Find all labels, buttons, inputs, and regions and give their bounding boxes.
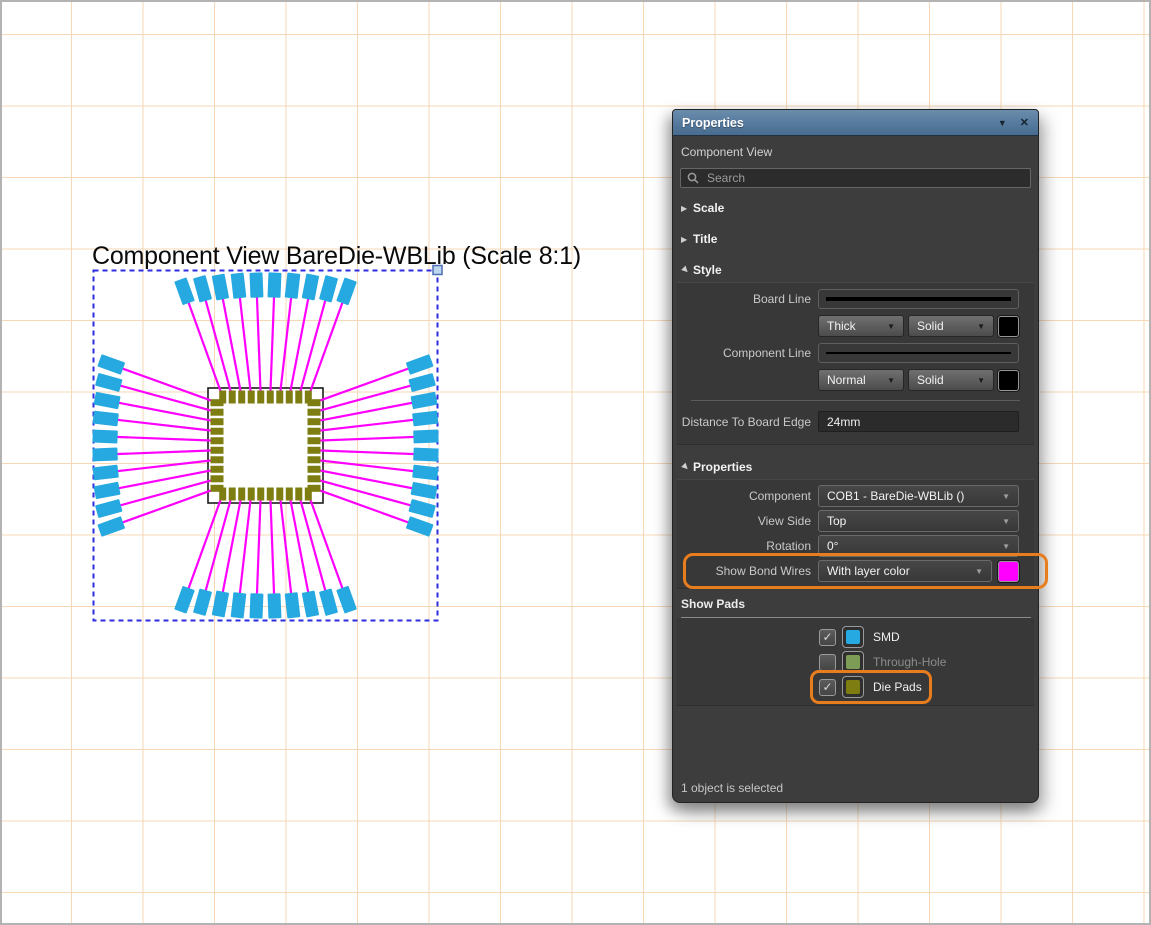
- distance-to-board-edge-label: Distance To Board Edge: [681, 414, 811, 429]
- show-pads-row-through-hole: Through-Hole: [819, 651, 946, 673]
- search-input[interactable]: [705, 170, 1024, 186]
- dropdown-value: Solid: [917, 319, 944, 333]
- rotation-label: Rotation: [766, 539, 811, 553]
- section-label: Style: [693, 263, 722, 277]
- panel-menu-caret-icon[interactable]: ▼: [998, 118, 1007, 128]
- chevron-down-icon: ▼: [1002, 491, 1010, 501]
- component-view-title[interactable]: Component View BareDie-WBLib (Scale 8:1): [92, 242, 581, 271]
- chevron-down-icon: ▼: [975, 566, 983, 576]
- chevron-down-icon: ▼: [887, 375, 895, 385]
- show-bond-wires-dropdown[interactable]: With layer color ▼: [818, 560, 992, 582]
- distance-to-board-edge-input[interactable]: [818, 411, 1019, 432]
- dropdown-value: Thick: [827, 319, 856, 333]
- panel-header[interactable]: Properties ▼ ✕: [673, 110, 1038, 136]
- chevron-down-icon: ▼: [887, 321, 895, 331]
- show-pads-row-die-pads: ✓ Die Pads: [810, 670, 932, 704]
- style-section-body: Board Line Thick ▼ Solid ▼ Component Lin…: [677, 282, 1034, 445]
- show-pads-row-smd: ✓ SMD: [819, 626, 900, 648]
- chevron-down-icon: ▼: [1002, 516, 1010, 526]
- view-side-dropdown[interactable]: Top ▼: [818, 510, 1019, 532]
- show-pads-list: ✓ SMD Through-Hole ✓ Die Pads: [677, 618, 1034, 706]
- chevron-down-icon: ▼: [1002, 541, 1010, 551]
- board-line-label: Board Line: [752, 292, 811, 306]
- rotation-dropdown[interactable]: 0° ▼: [818, 535, 1019, 557]
- chevron-down-icon: ▼: [977, 321, 985, 331]
- section-label: Title: [693, 232, 718, 246]
- component-line-style-dropdown[interactable]: Solid ▼: [908, 369, 994, 391]
- panel-close-icon[interactable]: ✕: [1020, 116, 1029, 129]
- show-pads-label: Show Pads: [681, 597, 1031, 618]
- pad-visibility-checkbox[interactable]: ✓: [819, 678, 836, 696]
- properties-section-body: Component COB1 - BareDie-WBLib () ▼ View…: [677, 479, 1048, 589]
- component-line-width-dropdown[interactable]: Normal ▼: [818, 369, 904, 391]
- dropdown-value: Solid: [917, 373, 944, 387]
- component-line-preview: [818, 343, 1019, 363]
- pad-color-swatch[interactable]: [842, 626, 864, 648]
- component-dropdown[interactable]: COB1 - BareDie-WBLib () ▼: [818, 485, 1019, 507]
- pad-type-label: SMD: [873, 630, 900, 644]
- board-line-preview: [818, 289, 1019, 309]
- search-icon: [687, 172, 699, 184]
- show-bond-wires-label: Show Bond Wires: [715, 564, 811, 578]
- section-label: Properties: [693, 460, 753, 474]
- board-line-style-dropdown[interactable]: Solid ▼: [908, 315, 994, 337]
- component-line-color-swatch[interactable]: [998, 369, 1019, 391]
- properties-panel: Properties ▼ ✕ Component View ▶ Scale ▶ …: [672, 109, 1048, 803]
- dropdown-value: 0°: [827, 539, 839, 553]
- die-body[interactable]: [207, 387, 324, 504]
- object-type-label: Component View: [681, 145, 773, 159]
- pad-visibility-checkbox[interactable]: ✓: [819, 628, 836, 646]
- section-scale[interactable]: ▶ Scale: [681, 200, 1038, 216]
- section-title[interactable]: ▶ Title: [681, 231, 1038, 247]
- pad-type-label: Through-Hole: [873, 655, 947, 669]
- status-text: 1 object is selected: [681, 781, 784, 795]
- pad-color-swatch[interactable]: [842, 651, 864, 673]
- component-label: Component: [748, 489, 811, 503]
- chevron-down-icon: ▼: [977, 375, 985, 385]
- section-properties[interactable]: ▶ Properties: [680, 459, 1038, 475]
- dropdown-value: COB1 - BareDie-WBLib (): [827, 489, 965, 503]
- dropdown-value: With layer color: [827, 564, 910, 578]
- search-box[interactable]: [680, 168, 1031, 188]
- pad-color-swatch[interactable]: [842, 676, 864, 698]
- bond-wire-color-swatch[interactable]: [998, 560, 1019, 582]
- dropdown-value: Normal: [827, 373, 866, 387]
- view-side-label: View Side: [757, 514, 811, 528]
- board-line-width-dropdown[interactable]: Thick ▼: [818, 315, 904, 337]
- collapse-arrow-icon: ▶: [681, 203, 688, 213]
- divider: [691, 400, 1020, 401]
- dropdown-value: Top: [827, 514, 847, 528]
- pad-type-label: Die Pads: [873, 680, 922, 694]
- collapse-arrow-icon: ▶: [681, 234, 688, 244]
- panel-title: Properties: [682, 115, 744, 130]
- section-style[interactable]: ▶ Style: [680, 262, 1038, 278]
- component-line-label: Component Line: [722, 346, 811, 360]
- board-line-color-swatch[interactable]: [998, 315, 1019, 337]
- show-bond-wires-row: Show Bond Wires With layer color ▼: [677, 553, 1048, 589]
- section-label: Scale: [693, 201, 725, 215]
- draftsman-workspace[interactable]: Component View BareDie-WBLib (Scale 8:1)…: [0, 0, 1151, 925]
- pad-visibility-checkbox[interactable]: [819, 653, 836, 671]
